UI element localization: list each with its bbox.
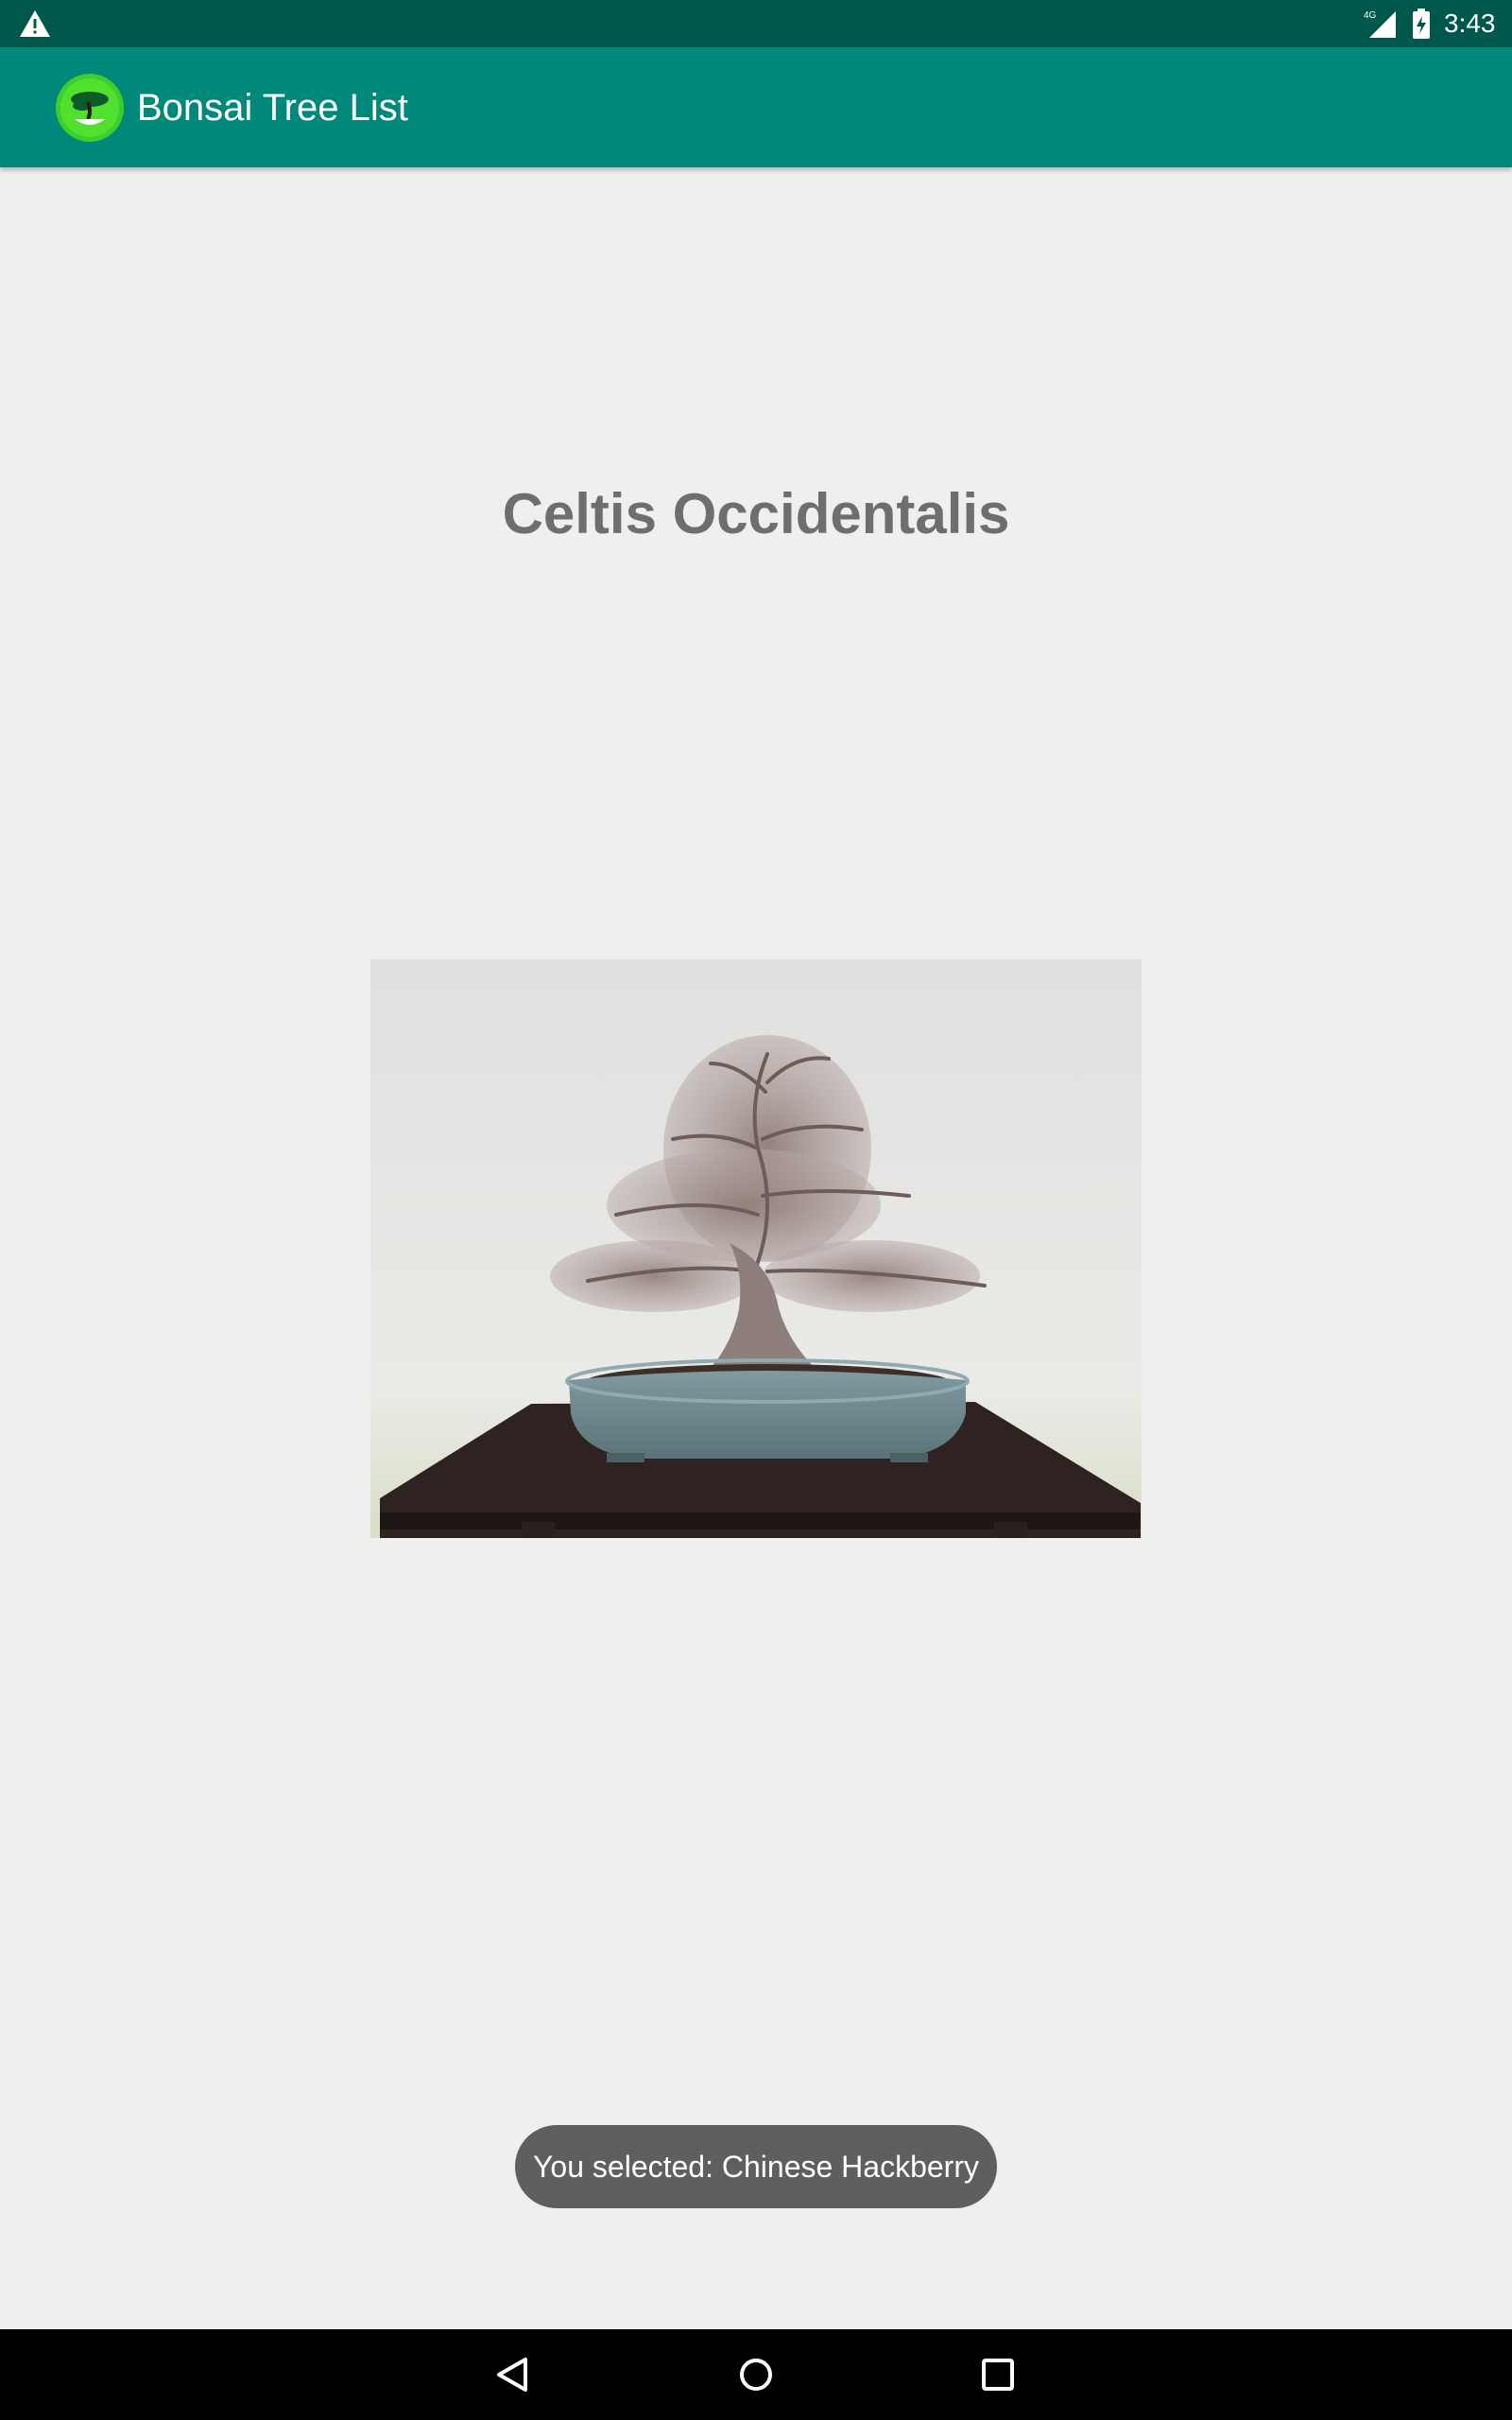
recents-icon[interactable] — [975, 2352, 1021, 2397]
svg-text:4G: 4G — [1364, 10, 1377, 21]
navigation-bar — [0, 2329, 1512, 2420]
tree-name-heading: Celtis Occidentalis — [502, 482, 1010, 545]
bonsai-tree-photo — [370, 959, 1142, 1538]
status-bar: 4G 3:43 — [0, 0, 1512, 47]
app-bar: Bonsai Tree List — [0, 47, 1512, 167]
warning-icon — [20, 10, 50, 37]
app-title: Bonsai Tree List — [137, 87, 408, 129]
status-clock: 3:43 — [1444, 9, 1496, 38]
toast-message: You selected: Chinese Hackberry — [515, 2125, 997, 2208]
signal-icon: 4G — [1364, 10, 1396, 38]
back-icon[interactable] — [491, 2352, 537, 2397]
home-icon[interactable] — [733, 2352, 779, 2397]
bonsai-logo-icon — [56, 74, 124, 142]
battery-charging-icon — [1413, 9, 1430, 39]
